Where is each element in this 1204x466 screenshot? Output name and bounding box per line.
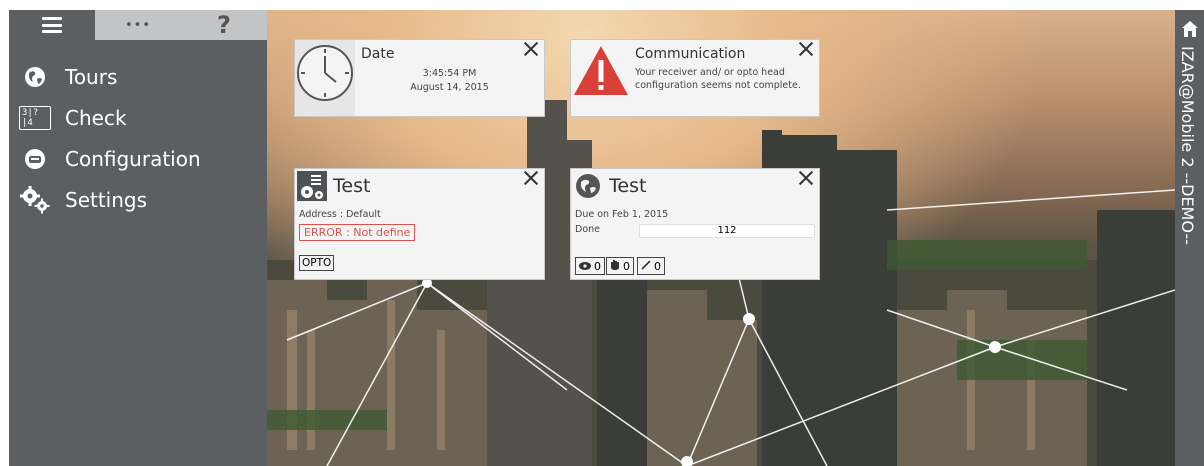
tour-due-date: Due on Feb 1, 2015 (575, 209, 669, 220)
check-counter-icon: 3|?|4 (19, 104, 51, 132)
hand-icon (610, 259, 620, 273)
close-icon[interactable] (797, 40, 815, 58)
error-badge: ERROR : Not define (299, 224, 416, 241)
sidebar-item-configuration[interactable]: Configuration (9, 138, 267, 179)
stat-edit-button[interactable]: 0 (637, 257, 665, 275)
stat-manual-button[interactable]: 0 (606, 257, 634, 275)
warning-icon (571, 40, 631, 116)
stat-edit-value: 0 (654, 259, 661, 273)
help-icon: ? (217, 11, 231, 39)
date-card-date: August 14, 2015 (410, 82, 489, 93)
app-name-label: IZAR@Mobile 2 --DEMO-- (1178, 46, 1197, 245)
close-icon[interactable] (522, 169, 540, 187)
sidebar-item-check[interactable]: 3|?|4 Check (9, 97, 267, 138)
configuration-gear-icon (297, 171, 327, 201)
date-card-title: Date (361, 46, 395, 62)
gears-icon (19, 185, 51, 214)
pencil-icon (641, 259, 651, 273)
stat-manual-value: 0 (623, 259, 630, 273)
home-icon[interactable] (1181, 20, 1199, 38)
menu-button[interactable] (9, 10, 95, 40)
sidebar-item-tours[interactable]: Tours (9, 56, 267, 97)
configuration-address: Address : Default (299, 209, 381, 220)
sidebar-topbar: ••• ? (9, 10, 267, 40)
stat-read-button[interactable]: 0 (575, 257, 605, 275)
tour-done-label: Done (575, 224, 600, 235)
help-button[interactable]: ? (181, 10, 267, 40)
communication-card: Communication Your receiver and/ or opto… (570, 39, 820, 117)
sidebar-menu: Tours 3|?|4 Check Configuration Settings (9, 56, 267, 220)
sidebar-item-label: Configuration (65, 146, 201, 171)
more-button[interactable]: ••• (95, 10, 181, 40)
app-window: ••• ? Tours 3|?|4 Check Configuration Se… (9, 10, 1204, 466)
more-label: ••• (124, 17, 151, 33)
close-icon[interactable] (522, 40, 540, 58)
globe-icon (19, 63, 51, 91)
dashboard-area: Date 3:45:54 PM August 14, 2015 Communic… (267, 10, 1175, 466)
clock-icon (295, 40, 355, 116)
sidebar-item-label: Settings (65, 187, 148, 212)
right-bar: IZAR@Mobile 2 --DEMO-- (1175, 10, 1204, 466)
close-icon[interactable] (797, 169, 815, 187)
tour-test-title: Test (609, 175, 647, 197)
configuration-test-card: Test Address : Default ERROR : Not defin… (294, 168, 545, 280)
communication-message: Your receiver and/ or opto head configur… (635, 67, 801, 91)
globe-icon (575, 173, 601, 199)
communication-card-title: Communication (635, 46, 746, 62)
tour-done-value: 112 (717, 225, 737, 236)
configuration-test-title: Test (333, 175, 371, 197)
hamburger-icon (42, 17, 62, 33)
date-card-time: 3:45:54 PM (422, 68, 477, 79)
sidebar-item-settings[interactable]: Settings (9, 179, 267, 220)
stat-read-value: 0 (594, 259, 601, 273)
tour-test-card: Test Due on Feb 1, 2015 Done 112 0 0 0 (570, 168, 820, 280)
opto-button[interactable]: OPTO (299, 255, 335, 271)
eye-icon (579, 260, 591, 273)
sidebar-item-label: Check (65, 105, 127, 130)
sidebar-item-label: Tours (65, 64, 118, 89)
tour-done-progress: 112 (639, 224, 815, 238)
sidebar: ••• ? Tours 3|?|4 Check Configuration Se… (9, 10, 267, 466)
check-counter-text: 3|?|4 (19, 105, 51, 130)
receiver-icon (19, 145, 51, 173)
date-card: Date 3:45:54 PM August 14, 2015 (294, 39, 545, 117)
